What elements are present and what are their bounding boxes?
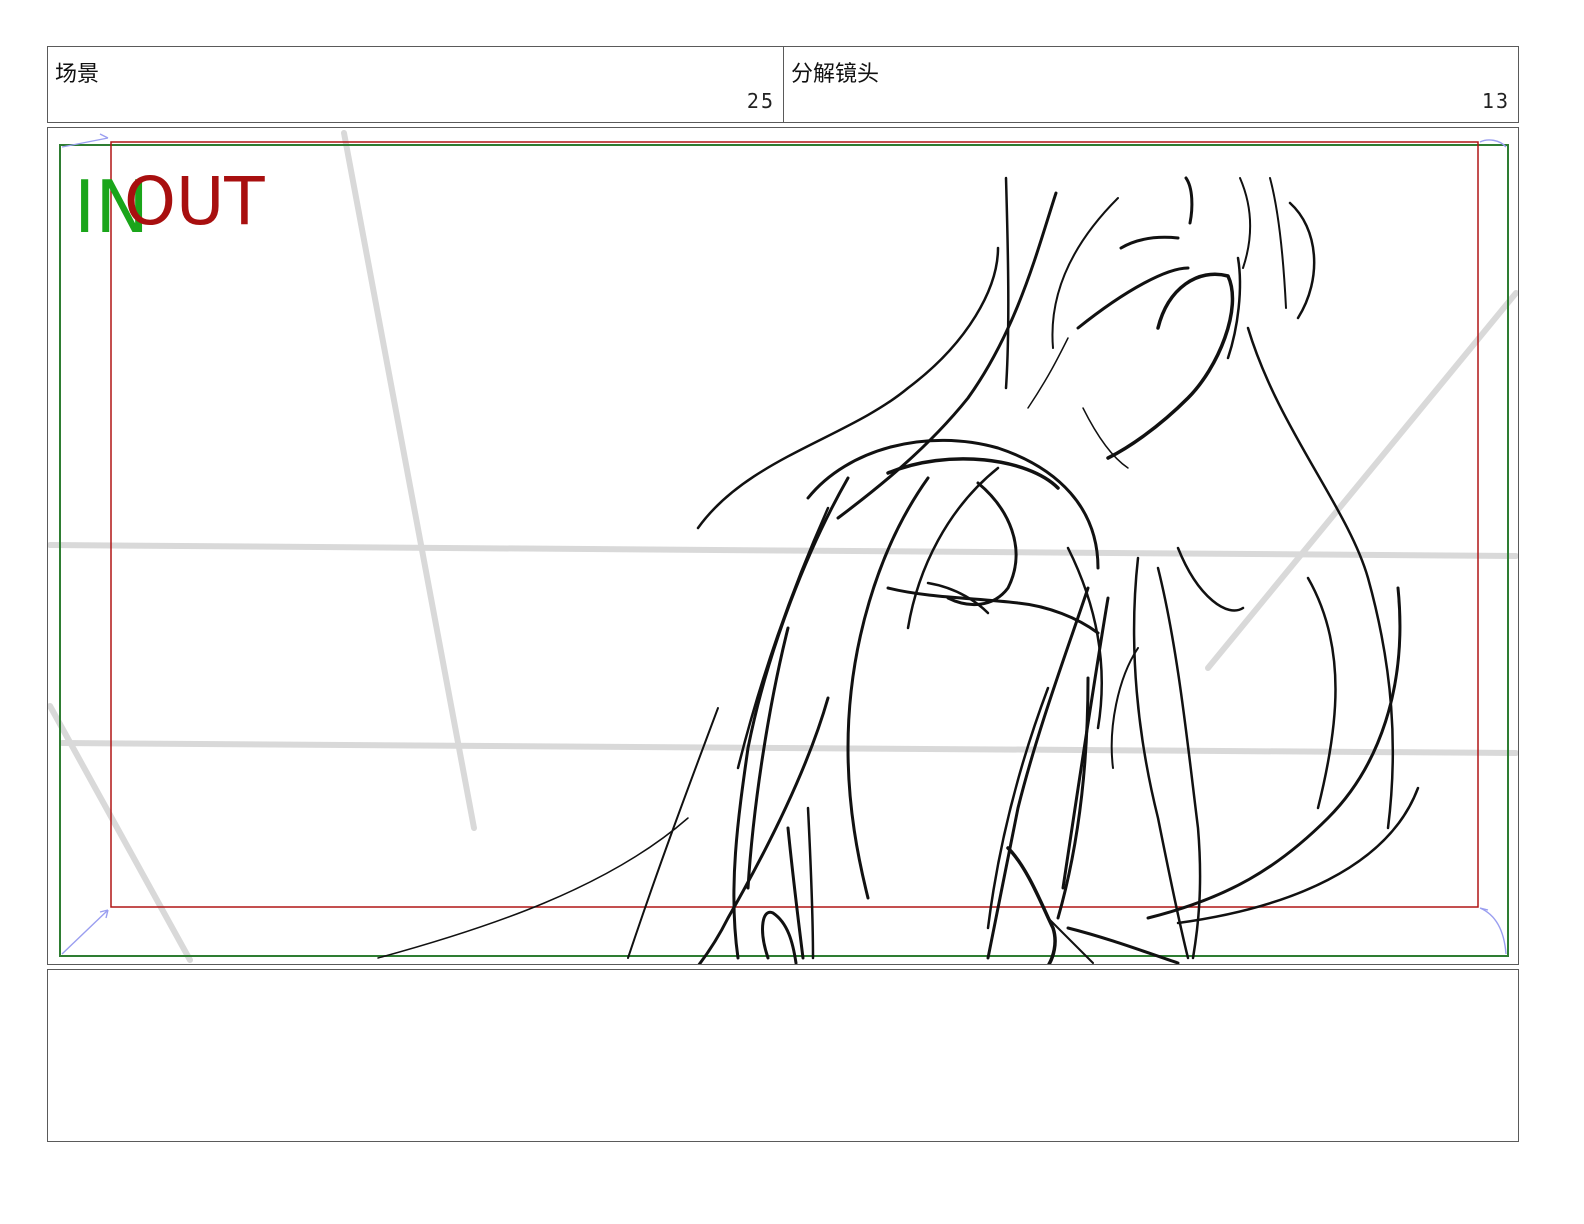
scene-number: 25 — [746, 89, 775, 113]
storyboard-header: 场景 25 分解镜头 13 — [47, 46, 1519, 123]
storyboard-panel: IN OUT — [47, 127, 1519, 965]
panel-drawing: IN OUT — [48, 130, 1518, 964]
shot-number: 13 — [1481, 89, 1510, 113]
perspective-guides — [48, 130, 1518, 963]
out-label: OUT — [124, 163, 265, 240]
shot-cell: 分解镜头 13 — [784, 47, 1518, 122]
scene-label: 场景 — [55, 62, 100, 87]
figure-sketch — [377, 176, 1420, 964]
out-frame — [110, 141, 1479, 908]
notes-box — [47, 969, 1519, 1142]
shot-label: 分解镜头 — [791, 62, 880, 87]
scene-cell: 场景 25 — [48, 47, 784, 122]
